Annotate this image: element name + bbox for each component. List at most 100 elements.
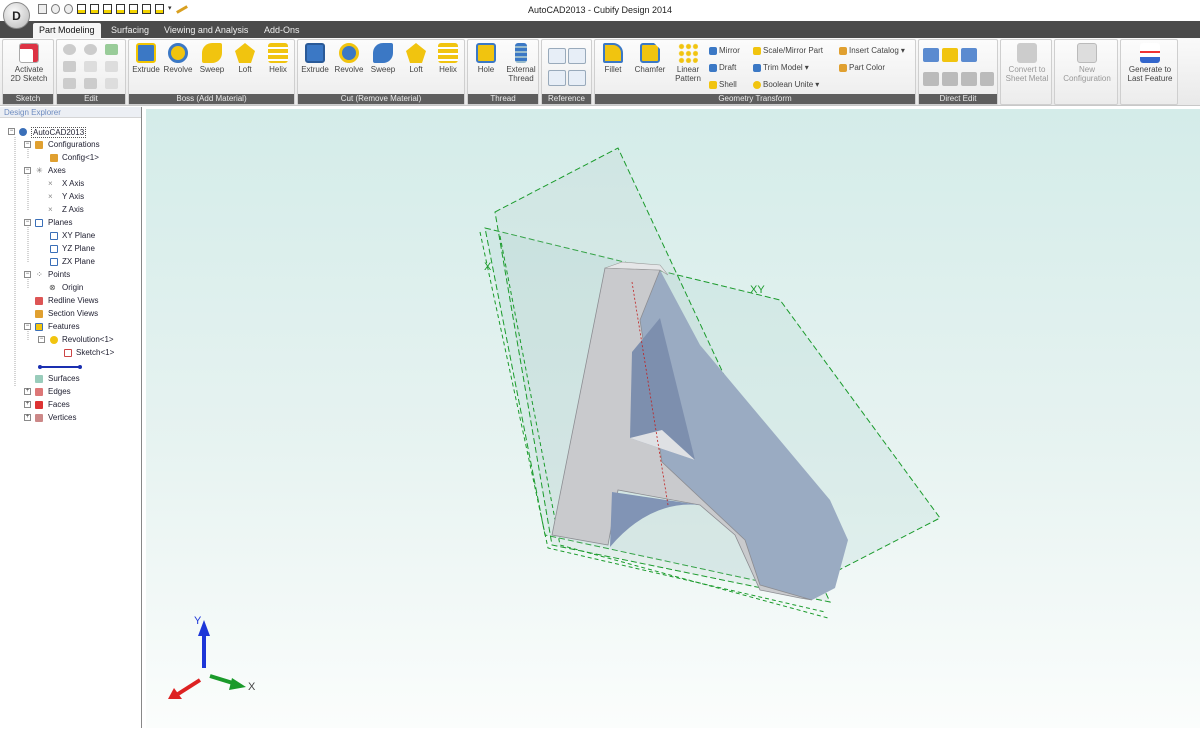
linear-pattern-button[interactable]: Linear Pattern — [671, 43, 705, 83]
direct-edit-icon[interactable] — [961, 48, 977, 62]
x-axis-arrow — [229, 678, 246, 690]
tree-faces[interactable]: Faces — [48, 400, 70, 409]
tab-add-ons[interactable]: Add-Ons — [258, 23, 306, 38]
chamfer-icon — [640, 43, 660, 63]
fillet-button[interactable]: Fillet — [597, 43, 629, 74]
tree-redline-views[interactable]: Redline Views — [48, 296, 99, 305]
tree-z-axis[interactable]: Z Axis — [62, 205, 84, 214]
tree-revolution[interactable]: Revolution<1> — [62, 335, 114, 344]
tree-vertices[interactable]: Vertices — [48, 413, 76, 422]
3d-viewport[interactable]: XY X Y X — [146, 109, 1200, 728]
expand-icon[interactable]: + — [24, 388, 31, 395]
tree-y-axis[interactable]: Y Axis — [62, 192, 84, 201]
edit-tool-icon[interactable] — [105, 44, 118, 55]
cut-extrude-button[interactable]: Extrude — [300, 43, 330, 74]
insert-catalog-button[interactable]: Insert Catalog ▾ — [839, 46, 905, 55]
sketch-icon — [64, 349, 72, 357]
plane-icon[interactable] — [568, 48, 586, 64]
cut-revolve-button[interactable]: Revolve — [334, 43, 364, 74]
delete-icon[interactable] — [84, 61, 97, 72]
collapse-icon[interactable]: − — [24, 271, 31, 278]
loft-button[interactable]: Loft — [230, 43, 260, 74]
cut-helix-label: Helix — [439, 65, 457, 74]
helix-button[interactable]: Helix — [263, 43, 293, 74]
group-thread: Hole External Thread Thread — [467, 39, 539, 105]
shell-button[interactable]: Shell — [709, 80, 737, 89]
edit-tool-icon[interactable] — [63, 61, 76, 72]
edit-tool-icon[interactable] — [63, 44, 76, 55]
part-color-button[interactable]: Part Color — [839, 63, 885, 72]
expand-icon[interactable]: + — [24, 401, 31, 408]
application-menu-button[interactable]: D — [3, 2, 30, 29]
tree-root[interactable]: AutoCAD2013 — [31, 127, 87, 138]
cut-helix-button[interactable]: Helix — [433, 43, 463, 74]
cut-sweep-button[interactable]: Sweep — [368, 43, 398, 74]
edit-tool-icon[interactable] — [63, 78, 76, 89]
sweep-button[interactable]: Sweep — [197, 43, 227, 74]
tree-x-axis[interactable]: X Axis — [62, 179, 84, 188]
tree-config1[interactable]: Config<1> — [62, 153, 99, 162]
tree-zx-plane[interactable]: ZX Plane — [62, 257, 95, 266]
tree-surfaces[interactable]: Surfaces — [48, 374, 80, 383]
tree-yz-plane[interactable]: YZ Plane — [62, 244, 95, 253]
group-label: Direct Edit — [919, 94, 997, 104]
direct-edit-icon[interactable] — [942, 48, 958, 62]
point-icon[interactable] — [548, 48, 566, 64]
collapse-icon[interactable]: − — [24, 323, 31, 330]
csys-icon[interactable] — [568, 70, 586, 86]
axis-icon[interactable] — [548, 70, 566, 86]
cut-loft-button[interactable]: Loft — [401, 43, 431, 74]
tree-xy-plane[interactable]: XY Plane — [62, 231, 95, 240]
collapse-icon[interactable]: − — [38, 336, 45, 343]
collapse-icon[interactable]: − — [24, 167, 31, 174]
edit-tool-icon[interactable] — [84, 44, 97, 55]
tree-axes[interactable]: Axes — [48, 166, 66, 175]
revolve-icon — [168, 43, 188, 63]
convert-sheet-metal-button[interactable]: Convert to Sheet Metal — [1002, 43, 1052, 83]
tab-part-modeling[interactable]: Part Modeling — [33, 23, 101, 38]
cut-revolve-label: Revolve — [334, 65, 364, 74]
group-reference: Reference — [541, 39, 592, 105]
boolean-unite-button[interactable]: Boolean Unite ▾ — [753, 80, 819, 89]
expand-icon[interactable]: + — [24, 414, 31, 421]
tree-sketch[interactable]: Sketch<1> — [76, 348, 114, 357]
edit-tool-icon[interactable] — [105, 78, 118, 89]
draft-button[interactable]: Draft — [709, 63, 736, 72]
generate-last-feature-button[interactable]: Generate to Last Feature — [1122, 43, 1178, 83]
hole-button[interactable]: Hole — [471, 43, 501, 74]
cut-extrude-label: Extrude — [301, 65, 329, 74]
direct-edit-icon[interactable] — [942, 72, 958, 86]
tree-planes[interactable]: Planes — [48, 218, 72, 227]
tree-edges[interactable]: Edges — [48, 387, 71, 396]
chamfer-button[interactable]: Chamfer — [631, 43, 669, 74]
scale-mirror-part-button[interactable]: Scale/Mirror Part — [753, 46, 823, 55]
linear-sublabel: Pattern — [675, 74, 701, 83]
direct-edit-icon[interactable] — [961, 72, 977, 86]
tree-features[interactable]: Features — [48, 322, 80, 331]
mirror-button[interactable]: Mirror — [709, 46, 740, 55]
activate-2d-sketch-button[interactable]: Activate 2D Sketch — [6, 43, 52, 83]
tree-origin[interactable]: Origin — [62, 283, 83, 292]
extrude-button[interactable]: Extrude — [131, 43, 161, 74]
direct-edit-icon[interactable] — [923, 48, 939, 62]
collapse-icon[interactable]: − — [24, 141, 31, 148]
external-thread-button[interactable]: External Thread — [504, 43, 538, 83]
tree-points[interactable]: Points — [48, 270, 70, 279]
direct-edit-icon[interactable] — [923, 72, 939, 86]
trim-model-button[interactable]: Trim Model ▾ — [753, 63, 809, 72]
convert-sublabel: Sheet Metal — [1005, 74, 1049, 83]
tab-surfacing[interactable]: Surfacing — [105, 23, 155, 38]
direct-edit-icon[interactable] — [980, 72, 994, 86]
tree-section-views[interactable]: Section Views — [48, 309, 98, 318]
tree-configurations[interactable]: Configurations — [48, 140, 100, 149]
collapse-icon[interactable]: − — [8, 128, 15, 135]
edit-tool-icon[interactable] — [84, 78, 97, 89]
group-direct-edit: Direct Edit — [918, 39, 998, 105]
new-configuration-button[interactable]: New Configuration — [1056, 43, 1118, 83]
tab-viewing-analysis[interactable]: Viewing and Analysis — [158, 23, 254, 38]
model-canvas[interactable]: XY X Y X — [146, 109, 1200, 728]
draft-icon — [709, 63, 717, 72]
edit-tool-icon[interactable] — [105, 61, 118, 72]
collapse-icon[interactable]: − — [24, 219, 31, 226]
revolve-button[interactable]: Revolve — [163, 43, 193, 74]
